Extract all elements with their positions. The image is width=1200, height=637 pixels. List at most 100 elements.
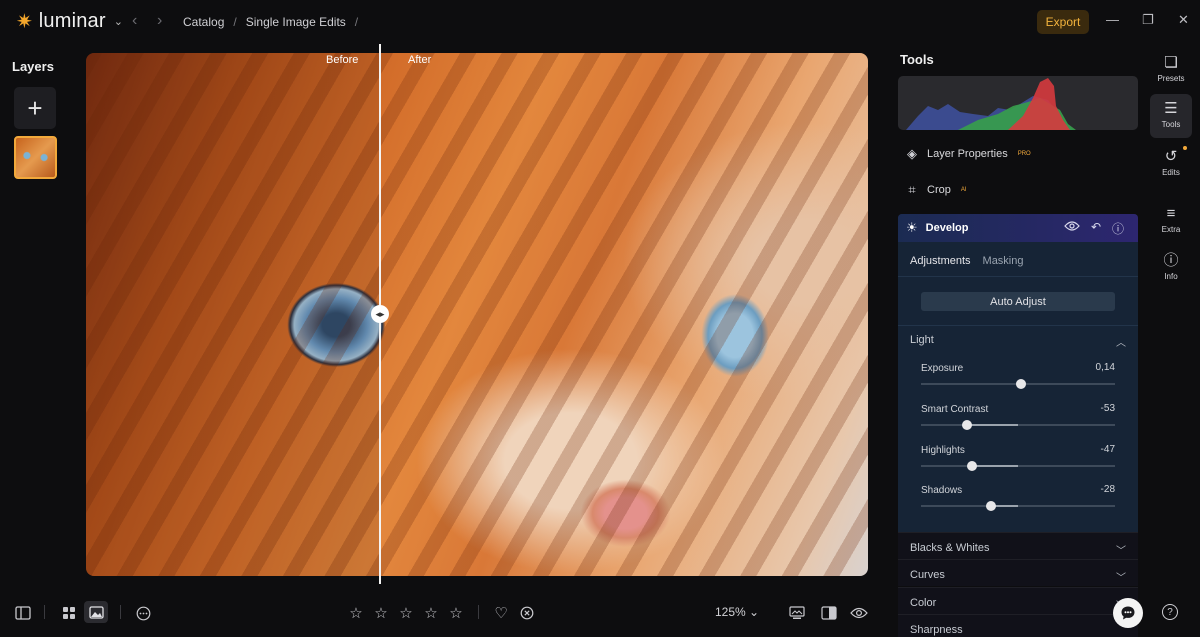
section-blacks-whites[interactable]: Blacks & Whites ﹀ [898,532,1138,559]
rail-label: Info [1164,272,1178,281]
slider-value: -53 [1100,403,1115,414]
export-button[interactable]: Export [1037,10,1089,34]
app-name: luminar [38,10,106,32]
top-bar: ✷ luminar ⌄ ‹ › Catalog / Single Image E… [0,0,1200,44]
exposure-slider[interactable] [921,379,1115,389]
light-section-title[interactable]: Light [910,334,934,346]
single-image-view-icon[interactable] [84,601,108,623]
grid-view-icon[interactable] [58,603,80,623]
rail-extra[interactable]: ≡ Extra [1150,199,1192,243]
zoom-value: 125% [715,605,746,619]
toggle-sidebar-icon[interactable] [12,603,34,623]
section-title: Curves [910,569,945,581]
forward-arrow-icon[interactable]: › [157,12,162,30]
toolbar-divider [44,605,45,619]
slider-value: 0,14 [1095,362,1115,373]
crop-tool[interactable]: ⌗ Crop AI [905,182,966,198]
help-question-icon[interactable]: ? [1162,604,1178,620]
chevron-down-icon: ⌄ [749,605,760,619]
rating-star-1-icon[interactable]: ☆ [345,603,367,623]
slider-label: Smart Contrast [921,404,989,415]
slider-label: Exposure [921,363,964,374]
slider-fill [966,424,1018,426]
rail-tools[interactable]: ☰ Tools [1150,94,1192,138]
section-curves[interactable]: Curves ﹀ [898,559,1138,586]
crop-icon: ⌗ [908,182,916,197]
rail-presets[interactable]: ❏ Presets [1150,48,1192,92]
rail-info[interactable]: ⓘ Info [1150,246,1192,290]
restore-window-icon[interactable]: ❐ [1142,12,1154,28]
chevron-down-icon: ﹀ [1116,573,1126,584]
chevron-down-icon: ⌄ [113,16,123,28]
highlights-slider[interactable] [921,461,1115,471]
toolbar-divider [478,605,479,619]
breadcrumb-separator: / [233,15,237,29]
slider-thumb[interactable] [967,461,978,471]
tab-masking[interactable]: Masking [983,255,1024,267]
before-after-split-icon[interactable] [818,603,840,623]
divider [898,325,1138,326]
app-logo-menu[interactable]: ✷ luminar ⌄ [16,10,123,33]
develop-tabs: Adjustments Masking [910,255,1024,267]
layer-thumbnail[interactable] [14,136,57,179]
reject-icon[interactable] [516,603,538,623]
visibility-eye-icon[interactable] [1064,220,1080,234]
preview-eye-icon[interactable] [848,603,870,623]
back-arrow-icon[interactable]: ‹ [132,12,137,30]
slider-value: -47 [1100,444,1115,455]
reset-undo-icon[interactable]: ↶ [1091,220,1101,234]
slider-value: -28 [1100,484,1115,495]
rail-label: Extra [1161,225,1181,234]
chat-assistant-button[interactable] [1113,598,1143,628]
photo-canvas[interactable] [86,53,868,576]
auto-adjust-button[interactable]: Auto Adjust [921,292,1115,311]
rail-label: Presets [1157,74,1185,83]
info-icon[interactable]: ⓘ [1112,220,1124,237]
rating-star-4-icon[interactable]: ☆ [420,603,442,623]
rating-star-5-icon[interactable]: ☆ [445,603,467,623]
favorite-heart-icon[interactable]: ♡ [490,603,512,623]
toolbar-divider [120,605,121,619]
shadows-slider[interactable] [921,501,1115,511]
layers-title: Layers [12,59,54,74]
luminar-star-icon: ✷ [16,10,33,33]
slider-thumb[interactable] [961,420,972,430]
chat-bubble-icon [1121,606,1135,620]
section-sharpness[interactable]: Sharpness [898,614,1138,637]
add-layer-button[interactable]: + [14,87,56,129]
chevron-up-icon[interactable]: ︿ [1116,334,1126,349]
presets-icon: ❏ [1164,54,1178,71]
split-drag-handle[interactable]: ◂▸ [371,305,389,323]
develop-title: Develop [925,222,969,234]
layer-properties-tool[interactable]: ◈ Layer Properties PRO [905,146,1031,162]
minimize-icon[interactable]: — [1106,12,1119,27]
develop-header[interactable]: ☀ Develop ↶ ⓘ [898,214,1138,242]
slider-fill [972,465,1018,467]
breadcrumb-single-image-edits[interactable]: Single Image Edits [246,15,346,29]
section-title: Color [910,597,937,609]
section-color[interactable]: Color ﹀ [898,587,1138,614]
section-title: Blacks & Whites [910,542,990,554]
section-title: Sharpness [910,624,963,636]
layers-stack-icon: ◈ [907,146,917,161]
close-window-icon[interactable]: ✕ [1178,12,1189,28]
compare-image-icon[interactable] [786,603,808,623]
slider-thumb[interactable] [985,501,996,511]
histogram [898,76,1138,130]
zoom-level-dropdown[interactable]: 125% ⌄ [715,605,759,619]
crop-label: Crop [927,184,951,196]
list-icon: ≡ [1166,205,1176,222]
layer-properties-label: Layer Properties [927,148,1008,160]
rail-label: Tools [1161,120,1181,129]
rating-star-3-icon[interactable]: ☆ [395,603,417,623]
info-icon: ⓘ [1163,252,1179,269]
slider-thumb[interactable] [1016,379,1027,389]
chevron-down-icon: ﹀ [1116,546,1126,557]
smart-contrast-slider[interactable] [921,420,1115,430]
more-options-icon[interactable] [132,603,154,623]
tab-adjustments[interactable]: Adjustments [910,255,971,267]
breadcrumb: Catalog / Single Image Edits / [183,15,358,29]
tools-title: Tools [900,52,934,67]
breadcrumb-catalog[interactable]: Catalog [183,15,224,29]
rating-star-2-icon[interactable]: ☆ [370,603,392,623]
